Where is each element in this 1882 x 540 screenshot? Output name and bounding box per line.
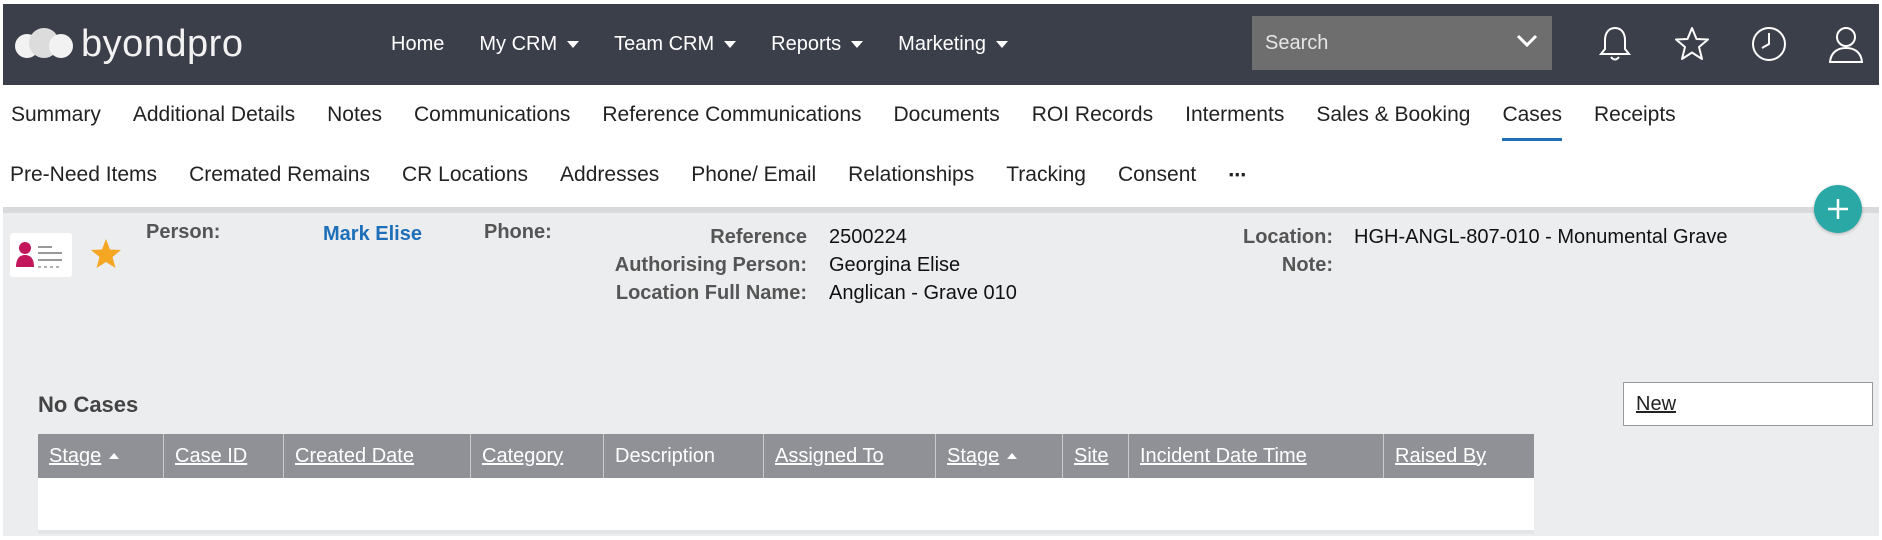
tab-cases[interactable]: Cases — [1502, 85, 1562, 145]
grid-header: Stage Case ID Created Date Category Desc… — [38, 434, 1534, 478]
tab-row-2: Pre-Need Items Cremated Remains CR Locat… — [10, 145, 1279, 205]
col-raised-by-label: Raised By — [1395, 444, 1487, 467]
col-case-id[interactable]: Case ID — [164, 434, 284, 478]
location-label: Location: — [1243, 226, 1333, 248]
nav-marketing[interactable]: Marketing — [898, 33, 1008, 56]
col-assigned-to-label: Assigned To — [775, 444, 884, 467]
tab-sales-booking[interactable]: Sales & Booking — [1316, 85, 1470, 145]
col-case-id-label: Case ID — [175, 444, 248, 467]
col-stage-label: Stage — [49, 444, 102, 467]
logo-text: byondpro — [81, 23, 244, 65]
tab-phone-email[interactable]: Phone/ Email — [691, 145, 816, 205]
tab-interments[interactable]: Interments — [1185, 85, 1284, 145]
nav-reports[interactable]: Reports — [771, 33, 864, 56]
chevron-down-icon[interactable] — [1516, 33, 1538, 54]
col-description-label: Description — [615, 444, 716, 467]
caret-down-icon — [851, 41, 864, 48]
nav-team-crm[interactable]: Team CRM — [614, 33, 737, 56]
authorising-person-label: Authorising Person: — [614, 254, 807, 276]
search-box — [1252, 16, 1552, 70]
caret-down-icon — [567, 41, 580, 48]
caret-down-icon — [995, 41, 1008, 48]
user-icon[interactable] — [1826, 24, 1866, 64]
caret-down-icon — [724, 41, 737, 48]
col-raised-by[interactable]: Raised By — [1384, 434, 1534, 478]
tab-row-1: Summary Additional Details Notes Communi… — [11, 85, 1708, 145]
header-icons — [1595, 24, 1879, 64]
nav-home[interactable]: Home — [391, 33, 444, 56]
col-description: Description — [604, 434, 764, 478]
col-category-label: Category — [482, 444, 564, 467]
nav-my-crm[interactable]: My CRM — [479, 33, 580, 56]
tab-receipts[interactable]: Receipts — [1594, 85, 1676, 145]
tab-cr-locations[interactable]: CR Locations — [402, 145, 528, 205]
record-content: Person: Mark Elise Phone: Reference 2500… — [3, 213, 1879, 536]
tab-consent[interactable]: Consent — [1118, 145, 1196, 205]
col-incident-date-time[interactable]: Incident Date Time — [1129, 434, 1384, 478]
authorising-person-value: Georgina Elise — [829, 254, 961, 276]
new-button-label: New — [1636, 392, 1677, 415]
nav-marketing-label: Marketing — [898, 33, 986, 55]
bell-icon[interactable] — [1595, 24, 1635, 64]
reference-value: 2500224 — [829, 226, 907, 248]
more-tabs-icon[interactable]: ⋯ — [1228, 145, 1247, 205]
location-full-name-label: Location Full Name: — [615, 282, 807, 304]
tab-communications[interactable]: Communications — [414, 85, 570, 145]
nav-reports-label: Reports — [771, 33, 842, 55]
nav-my-crm-label: My CRM — [479, 33, 558, 55]
person-link[interactable]: Mark Elise — [323, 223, 422, 246]
tab-documents[interactable]: Documents — [894, 85, 1000, 145]
logo[interactable]: byondpro — [15, 24, 243, 64]
top-bar: byondpro Home My CRM Team CRM Reports Ma… — [3, 4, 1879, 85]
app-frame: byondpro Home My CRM Team CRM Reports Ma… — [3, 4, 1879, 536]
tab-relationships[interactable]: Relationships — [848, 145, 974, 205]
col-created-date-label: Created Date — [295, 444, 414, 467]
col-site[interactable]: Site — [1063, 434, 1129, 478]
tab-notes[interactable]: Notes — [327, 85, 382, 145]
clock-icon[interactable] — [1749, 24, 1789, 64]
col-stage-2[interactable]: Stage — [936, 434, 1063, 478]
phone-label: Phone: — [484, 221, 552, 243]
tab-reference-communications[interactable]: Reference Communications — [602, 85, 861, 145]
col-site-label: Site — [1074, 444, 1109, 467]
tab-addresses[interactable]: Addresses — [560, 145, 659, 205]
tab-pre-need-items[interactable]: Pre-Need Items — [10, 145, 157, 205]
note-label: Note: — [1281, 254, 1333, 276]
col-category[interactable]: Category — [471, 434, 604, 478]
logo-circles-icon — [15, 28, 77, 60]
col-created-date[interactable]: Created Date — [284, 434, 471, 478]
nav-home-label: Home — [391, 33, 445, 55]
col-stage[interactable]: Stage — [38, 434, 164, 478]
main-nav: Home My CRM Team CRM Reports Marketing — [391, 4, 1043, 85]
person-card-icon[interactable] — [10, 233, 72, 277]
cases-title: No Cases — [38, 392, 139, 417]
star-icon[interactable] — [1672, 24, 1712, 64]
plus-icon — [1828, 199, 1848, 219]
new-case-button[interactable]: New — [1623, 382, 1873, 426]
col-assigned-to[interactable]: Assigned To — [764, 434, 936, 478]
col-incident-date-time-label: Incident Date Time — [1140, 444, 1307, 467]
cases-grid: Stage Case ID Created Date Category Desc… — [38, 434, 1534, 534]
location-full-name-value: Anglican - Grave 010 — [829, 282, 1017, 304]
sort-asc-icon — [109, 453, 120, 459]
add-button[interactable] — [1814, 185, 1862, 233]
person-label: Person: — [146, 221, 221, 243]
tab-summary[interactable]: Summary — [11, 85, 101, 145]
sort-asc-icon — [1007, 453, 1018, 459]
nav-team-crm-label: Team CRM — [614, 33, 715, 55]
search-input[interactable] — [1265, 31, 1505, 55]
location-value: HGH-ANGL-807-010 - Monumental Grave — [1354, 226, 1728, 248]
record-tabs: Summary Additional Details Notes Communi… — [3, 85, 1879, 213]
col-stage-2-label: Stage — [947, 444, 1000, 467]
tab-additional-details[interactable]: Additional Details — [133, 85, 295, 145]
grid-body-empty — [38, 478, 1534, 534]
favourite-star-icon[interactable] — [89, 238, 123, 275]
reference-label: Reference — [710, 226, 807, 248]
tab-cremated-remains[interactable]: Cremated Remains — [189, 145, 370, 205]
tab-tracking[interactable]: Tracking — [1006, 145, 1086, 205]
tab-roi-records[interactable]: ROI Records — [1032, 85, 1153, 145]
